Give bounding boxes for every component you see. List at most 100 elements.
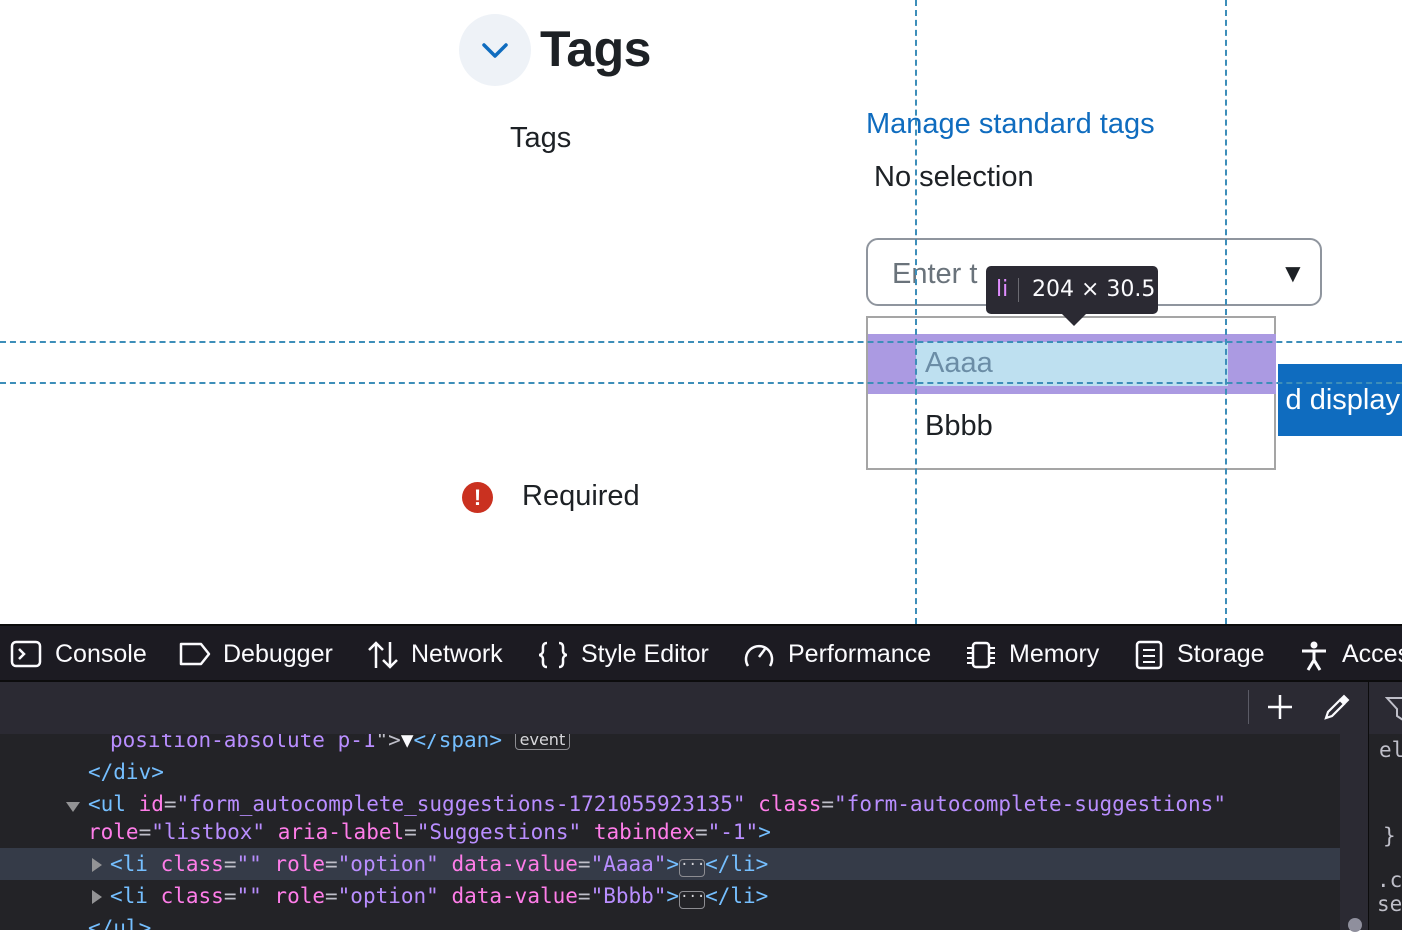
event-badge[interactable]: event [514,734,571,750]
tab-debugger[interactable]: Debugger [178,638,338,672]
add-node-button[interactable] [1265,692,1295,722]
color-picker-button[interactable] [1322,692,1352,722]
tab-label: Debugger [223,640,333,668]
attr-value: "listbox" [151,820,266,844]
suggestions-listbox: Aaaa Bbbb [866,316,1276,470]
tooltip-separator [1018,278,1019,302]
markup-line-li[interactable]: <li class="" role="option" data-value="B… [0,880,1340,912]
tag-name: </li> [705,884,769,908]
attr-value: "option" [337,852,439,876]
attr-value: "Bbbb" [590,884,667,908]
inspector-tooltip: li 204 × 30.5 [986,266,1158,326]
tooltip-tag-name: li [996,277,1009,302]
storage-icon [1135,640,1163,670]
attr-value: "" [236,884,262,908]
expand-twisty-icon[interactable] [66,802,80,812]
memory-chip-icon [967,641,995,669]
tab-label: Style Editor [581,640,709,668]
debugger-icon [179,642,211,666]
suggestion-label: Aaaa [925,347,993,379]
tab-label: Storage [1177,640,1265,668]
tags-field-label: Tags [510,122,572,154]
suggestion-option-bbbb[interactable]: Bbbb [868,396,1274,458]
rules-panel: el } .c se [1368,734,1402,930]
tab-accessibility[interactable]: Acces [1298,638,1402,672]
error-icon: ! [462,482,493,513]
markup-line[interactable]: position-absolute p-1">▼</span> event [0,734,1340,756]
tag-name: <li [110,884,148,908]
markup-line[interactable]: </div> [0,756,1340,788]
devtools-tab-bar: Console Debugger Network Style Editor Pe… [0,624,1402,682]
tab-style-editor[interactable]: Style Editor [536,638,716,672]
attr-name: role [88,820,139,844]
plus-icon [1268,695,1292,719]
tab-label: Performance [788,640,932,668]
attr-name: class [160,852,224,876]
manage-standard-tags-link[interactable]: Manage standard tags [866,108,1155,141]
rule-text: .c [1377,868,1402,892]
attr-name: role [274,852,325,876]
required-text: Required [522,480,640,512]
attr-value: "option" [337,884,439,908]
attr-value: "Suggestions" [416,820,582,844]
save-and-display-button[interactable]: d display [1278,364,1402,436]
tooltip-dimensions: 204 × 30.5 [1032,277,1156,302]
network-icon [368,641,398,669]
attr-name: data-value [451,852,578,876]
punct: "> [375,734,401,752]
collapse-section-button[interactable] [459,14,531,86]
attr-name: data-value [451,884,578,908]
tag-name: </div> [88,760,164,784]
accessibility-icon [1302,641,1326,671]
tab-network[interactable]: Network [366,638,511,672]
tag-name: <li [110,852,148,876]
attr-value: "-1" [707,820,759,844]
console-icon [10,640,42,668]
tab-performance[interactable]: Performance [742,638,937,672]
tag-name: </span> [413,734,502,752]
rules-toolbar [1368,682,1402,734]
tab-label: Network [411,640,503,668]
tag-name: </li> [705,852,769,876]
page-content: Tags Tags Manage standard tags No select… [0,0,1402,624]
markup-line-ul-cont: role="listbox" aria-label="Suggestions" … [88,820,771,844]
inspector-guide-line [1225,0,1227,624]
attr-name: id [138,792,164,816]
tooltip-arrow [1062,314,1086,326]
collapsed-content-icon[interactable]: ··· [679,858,705,877]
markup-scrollbar[interactable] [1340,734,1368,932]
gauge-icon [744,644,774,667]
tab-storage[interactable]: Storage [1134,638,1274,672]
attr-value: position-absolute p-1 [110,734,376,752]
chevron-down-icon [482,43,508,58]
rule-text: } [1383,824,1396,848]
tab-console[interactable]: Console [10,638,150,672]
dropdown-arrow-icon[interactable]: ▼ [1280,258,1306,289]
tab-label: Memory [1009,640,1100,668]
inspector-guide-line [0,341,1402,343]
save-and-display-label: d display [1285,384,1400,416]
tab-label: Acces [1342,640,1402,668]
expand-twisty-icon[interactable] [92,890,102,904]
markup-line-li-selected[interactable]: <li class="" role="option" data-value="A… [0,848,1340,880]
attr-value: "Aaaa" [590,852,667,876]
tab-memory[interactable]: Memory [964,638,1106,672]
markup-line[interactable]: </ul> [0,912,1340,930]
markup-view: position-absolute p-1">▼</span> event </… [0,734,1340,930]
inspector-guide-line [0,382,1402,384]
attr-name: role [274,884,325,908]
no-selection-text: No selection [874,161,1034,193]
attr-name: class [758,792,822,816]
rule-text: se [1377,892,1402,916]
rule-text: el [1379,738,1402,762]
inspector-guide-line [915,0,917,624]
suggestion-option-aaaa[interactable]: Aaaa [868,334,1274,394]
collapsed-content-icon[interactable]: ··· [679,890,705,909]
toolbar-separator [1248,690,1249,724]
text-node: ▼ [400,734,414,752]
filter-icon[interactable] [1385,694,1402,724]
braces-icon [538,641,568,669]
expand-twisty-icon[interactable] [92,858,102,872]
tab-label: Console [55,640,147,668]
devtools-panel: Console Debugger Network Style Editor Pe… [0,624,1402,932]
